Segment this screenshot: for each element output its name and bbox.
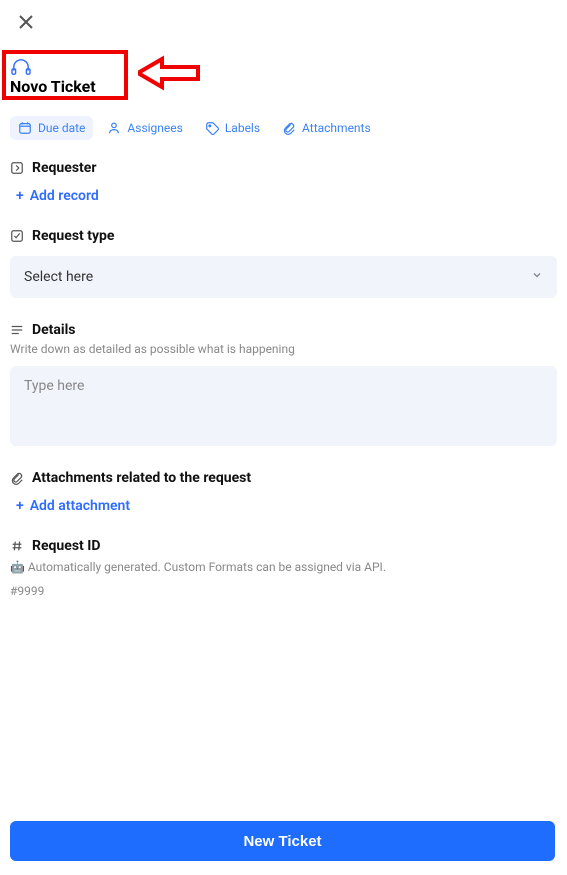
request-id-label: Request ID [32, 538, 100, 554]
new-ticket-button[interactable]: New Ticket [10, 821, 555, 861]
attachments-pill-label: Attachments [302, 121, 371, 135]
details-textarea[interactable]: Type here [10, 366, 557, 446]
due-date-pill-label: Due date [38, 121, 85, 135]
details-section: Details Write down as detailed as possib… [10, 322, 557, 446]
details-hint: Write down as detailed as possible what … [10, 342, 557, 356]
add-record-button[interactable]: + Add record [16, 188, 99, 204]
attachments-label-strong: request [203, 470, 251, 486]
plus-icon: + [16, 188, 24, 204]
requester-label: Requester [32, 160, 96, 176]
request-id-note-text: Automatically generated. Custom Formats … [28, 560, 386, 574]
details-label: Details [32, 322, 76, 338]
request-id-note: 🤖 Automatically generated. Custom Format… [10, 560, 557, 574]
plus-icon: + [16, 498, 24, 514]
details-placeholder: Type here [24, 378, 84, 394]
due-date-pill[interactable]: Due date [10, 116, 93, 140]
new-ticket-button-label: New Ticket [243, 833, 321, 850]
assignees-pill-label: Assignees [127, 121, 182, 135]
assignees-pill[interactable]: Assignees [99, 116, 190, 140]
chevron-right-square-icon [10, 161, 24, 175]
attachments-label: Attachments related to the request [32, 470, 251, 486]
requester-section: Requester + Add record [10, 160, 557, 204]
robot-icon: 🤖 [10, 560, 28, 574]
paperclip-icon [10, 471, 24, 485]
labels-pill[interactable]: Labels [197, 116, 268, 140]
tag-icon [205, 121, 219, 135]
paperclip-icon [282, 121, 296, 135]
calendar-icon [18, 121, 32, 135]
add-attachment-label: Add attachment [30, 498, 130, 514]
person-icon [107, 121, 121, 135]
chevron-down-icon [531, 269, 543, 285]
add-record-label: Add record [30, 188, 99, 204]
request-id-value: #9999 [10, 584, 557, 598]
request-type-placeholder: Select here [24, 269, 93, 285]
annotation-arrow-icon [138, 55, 208, 95]
hash-icon [10, 539, 24, 553]
request-type-label: Request type [32, 228, 114, 244]
request-type-select[interactable]: Select here [10, 256, 557, 298]
quick-actions-row: Due date Assignees Labels Attachments [10, 116, 379, 140]
request-type-section: Request type Select here [10, 228, 557, 298]
request-id-section: Request ID 🤖 Automatically generated. Cu… [10, 538, 557, 598]
attachments-section: Attachments related to the request + Add… [10, 470, 557, 514]
check-square-icon [10, 229, 24, 243]
add-attachment-button[interactable]: + Add attachment [16, 498, 130, 514]
header-highlight-box: Novo Ticket [2, 50, 128, 100]
lines-icon [10, 323, 24, 337]
attachments-label-prefix: Attachments related to the [32, 470, 203, 486]
labels-pill-label: Labels [225, 121, 260, 135]
attachments-pill[interactable]: Attachments [274, 116, 379, 140]
page-title: Novo Ticket [10, 78, 120, 96]
close-button[interactable] [18, 14, 38, 34]
close-icon [18, 15, 34, 34]
